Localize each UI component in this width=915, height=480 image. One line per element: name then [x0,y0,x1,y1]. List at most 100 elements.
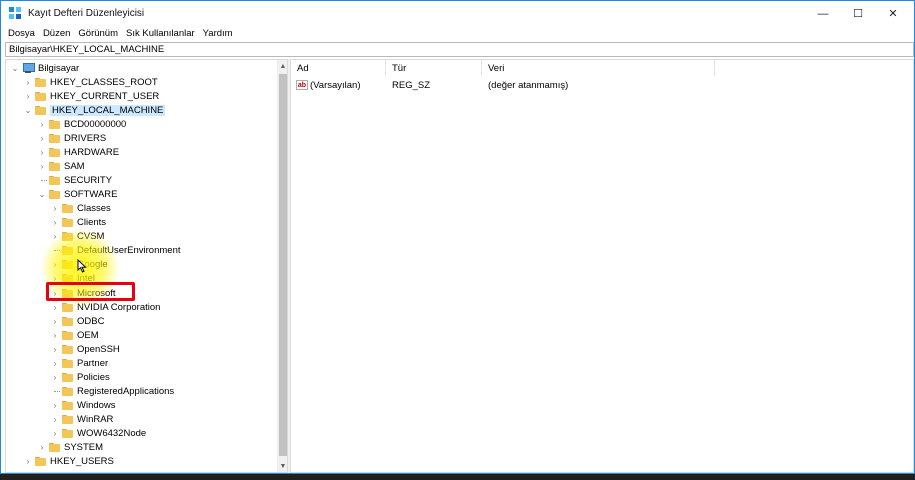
tree-item-classes[interactable]: › Classes [50,201,111,215]
chevron-right-icon[interactable]: › [37,159,47,173]
tree-connector [50,243,60,257]
tree-item-winrar[interactable]: › WinRAR [50,412,114,426]
tree-item-openssh[interactable]: › OpenSSH [50,342,120,356]
tree-item-partner[interactable]: › Partner [50,356,109,370]
chevron-right-icon[interactable]: › [50,215,60,229]
tree-item-label: DRIVERS [64,132,107,144]
folder-icon [62,259,73,269]
value-name-cell: ab (Varsayılan) [296,78,361,92]
tree-item-cvsm[interactable]: › CVSM [50,229,105,243]
tree-item-label: ODBC [77,315,105,327]
menu-help[interactable]: Yardım [203,28,233,39]
address-bar[interactable]: Bilgisayar\HKEY_LOCAL_MACHINE [5,42,914,57]
chevron-right-icon[interactable]: › [50,426,60,440]
chevron-right-icon[interactable]: › [23,454,33,468]
chevron-right-icon[interactable]: › [50,314,60,328]
menu-file[interactable]: Dosya [8,28,35,39]
tree-item-sam[interactable]: › SAM [37,159,85,173]
chevron-right-icon[interactable]: › [50,370,60,384]
folder-icon [62,245,73,255]
folder-icon [62,330,73,340]
chevron-right-icon[interactable]: › [50,356,60,370]
folder-icon [49,161,60,171]
chevron-right-icon[interactable]: › [50,412,60,426]
folder-icon [62,288,73,298]
folder-icon [62,386,73,396]
tree-item-clients[interactable]: › Clients [50,215,106,229]
chevron-right-icon[interactable]: › [23,75,33,89]
column-header-type[interactable]: Tür [386,60,482,76]
tree-item-label: NVIDIA Corporation [77,301,161,313]
tree-item-hkey-current-user[interactable]: › HKEY_CURRENT_USER [23,89,160,103]
chevron-right-icon[interactable]: › [50,229,60,243]
folder-icon [49,133,60,143]
chevron-right-icon[interactable]: › [50,300,60,314]
chevron-down-icon[interactable]: ⌄ [10,61,20,75]
scroll-down-arrow-icon[interactable]: ▼ [277,460,287,472]
menu-edit[interactable]: Düzen [43,28,70,39]
tree-item-registered-applications[interactable]: RegisteredApplications [50,384,174,398]
chevron-right-icon[interactable]: › [37,131,47,145]
tree-item-system[interactable]: › SYSTEM [37,440,103,454]
tree-item-label: RegisteredApplications [77,385,175,397]
tree-item-hkey-local-machine[interactable]: ⌄ HKEY_LOCAL_MACHINE [23,103,166,117]
chevron-right-icon[interactable]: › [23,89,33,103]
tree-item-microsoft[interactable]: › Microsoft [50,286,116,300]
tree-item-label: Microsoft [77,287,116,299]
title-bar[interactable]: Kayıt Defteri Düzenleyicisi — ☐ ✕ [1,1,914,26]
scroll-up-arrow-icon[interactable]: ▲ [277,60,287,72]
chevron-right-icon[interactable]: › [50,201,60,215]
minimize-button[interactable]: — [806,1,840,26]
tree-item-default-user-environment[interactable]: DefaultUserEnvironment [50,243,181,257]
chevron-right-icon[interactable]: › [50,257,60,271]
chevron-right-icon[interactable]: › [50,398,60,412]
chevron-right-icon[interactable]: › [50,342,60,356]
folder-icon [62,358,73,368]
tree-item-intel[interactable]: › Intel [50,271,95,285]
tree-item-computer[interactable]: ⌄ Bilgisayar [10,61,80,75]
tree-item-odbc[interactable]: › ODBC [50,314,105,328]
tree-item-windows[interactable]: › Windows [50,398,116,412]
chevron-right-icon[interactable]: › [37,145,47,159]
tree-connector [50,384,60,398]
tree-item-security[interactable]: SECURITY [37,173,112,187]
values-list-pane[interactable]: Ad Tür Veri ab (Varsayılan) REG_SZ (değe… [290,59,914,473]
folder-icon [62,316,73,326]
tree-item-label: SECURITY [64,174,113,186]
registry-editor-window: Kayıt Defteri Düzenleyicisi — ☐ ✕ Dosya … [0,0,915,474]
chevron-right-icon[interactable]: › [50,286,60,300]
chevron-right-icon[interactable]: › [50,271,60,285]
tree-item-wow6432node[interactable]: › WOW6432Node [50,426,147,440]
menu-favorites[interactable]: Sık Kullanılanlar [126,28,195,39]
tree-item-policies[interactable]: › Policies [50,370,110,384]
tree-vertical-scrollbar[interactable]: ▲ ▼ [277,60,287,472]
tree-item-label: Policies [77,371,110,383]
tree-item-bcd[interactable]: › BCD00000000 [37,117,127,131]
key-tree-pane[interactable]: ⌄ Bilgisayar › HKEY_CLASSES_ROOT › HKEY_… [5,59,288,473]
scroll-thumb[interactable] [279,74,287,456]
tree-item-hkey-classes-root[interactable]: › HKEY_CLASSES_ROOT [23,75,158,89]
maximize-button[interactable]: ☐ [841,1,875,26]
tree-connector [37,173,47,187]
folder-icon [62,400,73,410]
close-button[interactable]: ✕ [876,1,910,26]
table-row[interactable]: ab (Varsayılan) REG_SZ (değer atanmamış) [291,78,715,92]
tree-item-hardware[interactable]: › HARDWARE [37,145,119,159]
tree-item-software[interactable]: ⌄ SOFTWARE [37,187,118,201]
tree-item-oem[interactable]: › OEM [50,328,99,342]
column-header-name[interactable]: Ad [291,60,386,76]
chevron-right-icon[interactable]: › [37,117,47,131]
chevron-right-icon[interactable]: › [50,328,60,342]
chevron-down-icon[interactable]: ⌄ [37,187,47,201]
chevron-down-icon[interactable]: ⌄ [23,103,33,117]
tree-item-hkey-users[interactable]: › HKEY_USERS [23,454,114,468]
tree-item-nvidia-corporation[interactable]: › NVIDIA Corporation [50,300,161,314]
tree-item-drivers[interactable]: › DRIVERS [37,131,107,145]
folder-icon [49,189,60,199]
tree-item-label: HKEY_LOCAL_MACHINE [50,104,166,116]
folder-icon [49,119,60,129]
chevron-right-icon[interactable]: › [37,440,47,454]
menu-view[interactable]: Görünüm [78,28,118,39]
folder-icon [49,442,60,452]
column-header-data[interactable]: Veri [482,60,715,76]
